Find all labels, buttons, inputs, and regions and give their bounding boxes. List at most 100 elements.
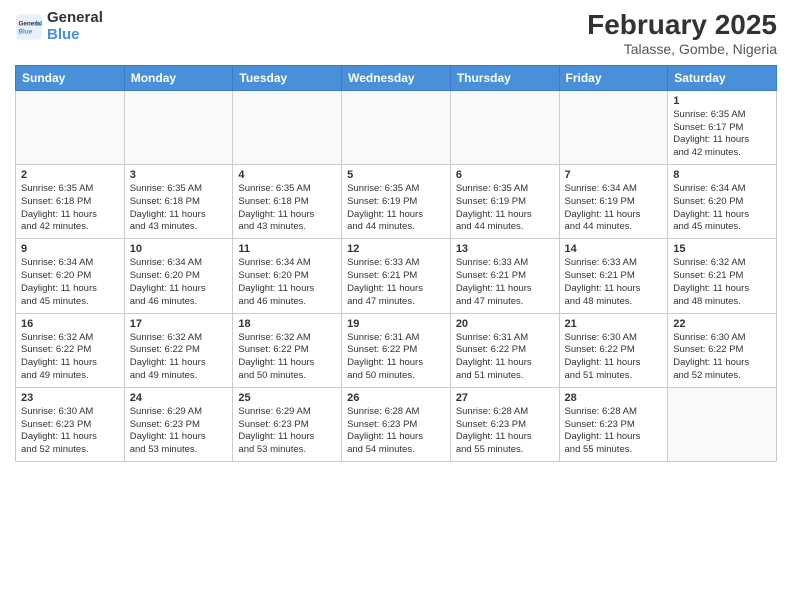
day-number: 18 [238, 318, 336, 330]
day-number: 28 [565, 392, 663, 404]
day-number: 11 [238, 243, 336, 255]
day-info: Sunrise: 6:31 AM Sunset: 6:22 PM Dayligh… [456, 332, 554, 383]
day-number: 7 [565, 169, 663, 181]
day-info: Sunrise: 6:34 AM Sunset: 6:20 PM Dayligh… [21, 257, 119, 308]
day-number: 14 [565, 243, 663, 255]
calendar-weekday-saturday: Saturday [668, 65, 777, 90]
day-info: Sunrise: 6:33 AM Sunset: 6:21 PM Dayligh… [456, 257, 554, 308]
calendar-cell [233, 90, 342, 164]
subtitle: Talasse, Gombe, Nigeria [587, 41, 777, 57]
day-number: 17 [130, 318, 228, 330]
logo: General Blue General Blue [15, 10, 103, 43]
calendar-cell: 23 Sunrise: 6:30 AM Sunset: 6:23 PM Dayli… [16, 387, 125, 461]
calendar-week-5: 23 Sunrise: 6:30 AM Sunset: 6:23 PM Dayli… [16, 387, 777, 461]
day-info: Sunrise: 6:35 AM Sunset: 6:18 PM Dayligh… [130, 183, 228, 234]
calendar-cell: 26Sunrise: 6:28 AM Sunset: 6:23 PM Dayli… [342, 387, 451, 461]
day-number: 21 [565, 318, 663, 330]
calendar-cell: 16 Sunrise: 6:32 AM Sunset: 6:22 PM Dayli… [16, 313, 125, 387]
calendar-week-4: 16 Sunrise: 6:32 AM Sunset: 6:22 PM Dayli… [16, 313, 777, 387]
calendar-cell: 10Sunrise: 6:34 AM Sunset: 6:20 PM Dayli… [124, 239, 233, 313]
day-number: 16 [21, 318, 119, 330]
calendar-week-1: 1 Sunrise: 6:35 AM Sunset: 6:17 PM Daylig… [16, 90, 777, 164]
day-info: Sunrise: 6:33 AM Sunset: 6:21 PM Dayligh… [347, 257, 445, 308]
calendar-header-row: SundayMondayTuesdayWednesdayThursdayFrid… [16, 65, 777, 90]
calendar-cell: 12Sunrise: 6:33 AM Sunset: 6:21 PM Dayli… [342, 239, 451, 313]
calendar: SundayMondayTuesdayWednesdayThursdayFrid… [15, 65, 777, 462]
svg-text:Blue: Blue [19, 28, 33, 35]
calendar-cell: 24 Sunrise: 6:29 AM Sunset: 6:23 PM Dayli… [124, 387, 233, 461]
calendar-cell: 8 Sunrise: 6:34 AM Sunset: 6:20 PM Daylig… [668, 165, 777, 239]
day-number: 23 [21, 392, 119, 404]
calendar-cell: 2Sunrise: 6:35 AM Sunset: 6:18 PM Daylig… [16, 165, 125, 239]
calendar-cell [124, 90, 233, 164]
day-number: 26 [347, 392, 445, 404]
day-info: Sunrise: 6:30 AM Sunset: 6:22 PM Dayligh… [565, 332, 663, 383]
calendar-weekday-thursday: Thursday [450, 65, 559, 90]
day-info: Sunrise: 6:34 AM Sunset: 6:20 PM Dayligh… [130, 257, 228, 308]
calendar-week-3: 9Sunrise: 6:34 AM Sunset: 6:20 PM Daylig… [16, 239, 777, 313]
day-info: Sunrise: 6:35 AM Sunset: 6:19 PM Dayligh… [456, 183, 554, 234]
day-number: 24 [130, 392, 228, 404]
day-info: Sunrise: 6:35 AM Sunset: 6:17 PM Dayligh… [673, 109, 771, 160]
calendar-cell: 18 Sunrise: 6:32 AM Sunset: 6:22 PM Dayli… [233, 313, 342, 387]
calendar-cell [450, 90, 559, 164]
calendar-cell [342, 90, 451, 164]
calendar-cell [668, 387, 777, 461]
logo-line2: Blue [47, 27, 103, 44]
calendar-cell: 7 Sunrise: 6:34 AM Sunset: 6:19 PM Daylig… [559, 165, 668, 239]
calendar-cell: 4Sunrise: 6:35 AM Sunset: 6:18 PM Daylig… [233, 165, 342, 239]
day-number: 25 [238, 392, 336, 404]
calendar-cell: 25 Sunrise: 6:29 AM Sunset: 6:23 PM Dayli… [233, 387, 342, 461]
day-info: Sunrise: 6:34 AM Sunset: 6:19 PM Dayligh… [565, 183, 663, 234]
calendar-cell: 21 Sunrise: 6:30 AM Sunset: 6:22 PM Dayli… [559, 313, 668, 387]
day-info: Sunrise: 6:32 AM Sunset: 6:22 PM Dayligh… [21, 332, 119, 383]
calendar-cell: 11 Sunrise: 6:34 AM Sunset: 6:20 PM Dayli… [233, 239, 342, 313]
day-info: Sunrise: 6:29 AM Sunset: 6:23 PM Dayligh… [130, 406, 228, 457]
main-title: February 2025 [587, 10, 777, 41]
day-info: Sunrise: 6:30 AM Sunset: 6:23 PM Dayligh… [21, 406, 119, 457]
day-info: Sunrise: 6:31 AM Sunset: 6:22 PM Dayligh… [347, 332, 445, 383]
calendar-weekday-monday: Monday [124, 65, 233, 90]
day-number: 20 [456, 318, 554, 330]
day-info: Sunrise: 6:32 AM Sunset: 6:21 PM Dayligh… [673, 257, 771, 308]
calendar-week-2: 2Sunrise: 6:35 AM Sunset: 6:18 PM Daylig… [16, 165, 777, 239]
day-number: 19 [347, 318, 445, 330]
calendar-cell: 5Sunrise: 6:35 AM Sunset: 6:19 PM Daylig… [342, 165, 451, 239]
calendar-cell: 1 Sunrise: 6:35 AM Sunset: 6:17 PM Daylig… [668, 90, 777, 164]
day-info: Sunrise: 6:34 AM Sunset: 6:20 PM Dayligh… [673, 183, 771, 234]
day-number: 6 [456, 169, 554, 181]
day-number: 3 [130, 169, 228, 181]
day-info: Sunrise: 6:35 AM Sunset: 6:18 PM Dayligh… [21, 183, 119, 234]
logo-text: General Blue [47, 10, 103, 43]
logo-icon: General Blue [15, 13, 43, 41]
calendar-weekday-tuesday: Tuesday [233, 65, 342, 90]
day-info: Sunrise: 6:30 AM Sunset: 6:22 PM Dayligh… [673, 332, 771, 383]
calendar-cell: 19 Sunrise: 6:31 AM Sunset: 6:22 PM Dayli… [342, 313, 451, 387]
day-number: 4 [238, 169, 336, 181]
day-number: 27 [456, 392, 554, 404]
calendar-cell [559, 90, 668, 164]
calendar-cell: 15 Sunrise: 6:32 AM Sunset: 6:21 PM Dayli… [668, 239, 777, 313]
calendar-weekday-sunday: Sunday [16, 65, 125, 90]
calendar-body: 1 Sunrise: 6:35 AM Sunset: 6:17 PM Daylig… [16, 90, 777, 461]
calendar-cell: 9Sunrise: 6:34 AM Sunset: 6:20 PM Daylig… [16, 239, 125, 313]
day-number: 15 [673, 243, 771, 255]
logo-line1: General [47, 10, 103, 27]
calendar-cell: 3 Sunrise: 6:35 AM Sunset: 6:18 PM Daylig… [124, 165, 233, 239]
calendar-cell: 20 Sunrise: 6:31 AM Sunset: 6:22 PM Dayli… [450, 313, 559, 387]
day-number: 1 [673, 95, 771, 107]
calendar-cell: 6 Sunrise: 6:35 AM Sunset: 6:19 PM Daylig… [450, 165, 559, 239]
day-number: 13 [456, 243, 554, 255]
title-block: February 2025 Talasse, Gombe, Nigeria [587, 10, 777, 57]
calendar-cell: 14 Sunrise: 6:33 AM Sunset: 6:21 PM Dayli… [559, 239, 668, 313]
calendar-cell: 28Sunrise: 6:28 AM Sunset: 6:23 PM Dayli… [559, 387, 668, 461]
calendar-cell: 17 Sunrise: 6:32 AM Sunset: 6:22 PM Dayli… [124, 313, 233, 387]
day-number: 8 [673, 169, 771, 181]
day-info: Sunrise: 6:35 AM Sunset: 6:19 PM Dayligh… [347, 183, 445, 234]
day-info: Sunrise: 6:32 AM Sunset: 6:22 PM Dayligh… [238, 332, 336, 383]
day-info: Sunrise: 6:33 AM Sunset: 6:21 PM Dayligh… [565, 257, 663, 308]
day-number: 22 [673, 318, 771, 330]
day-info: Sunrise: 6:32 AM Sunset: 6:22 PM Dayligh… [130, 332, 228, 383]
day-info: Sunrise: 6:29 AM Sunset: 6:23 PM Dayligh… [238, 406, 336, 457]
day-info: Sunrise: 6:34 AM Sunset: 6:20 PM Dayligh… [238, 257, 336, 308]
